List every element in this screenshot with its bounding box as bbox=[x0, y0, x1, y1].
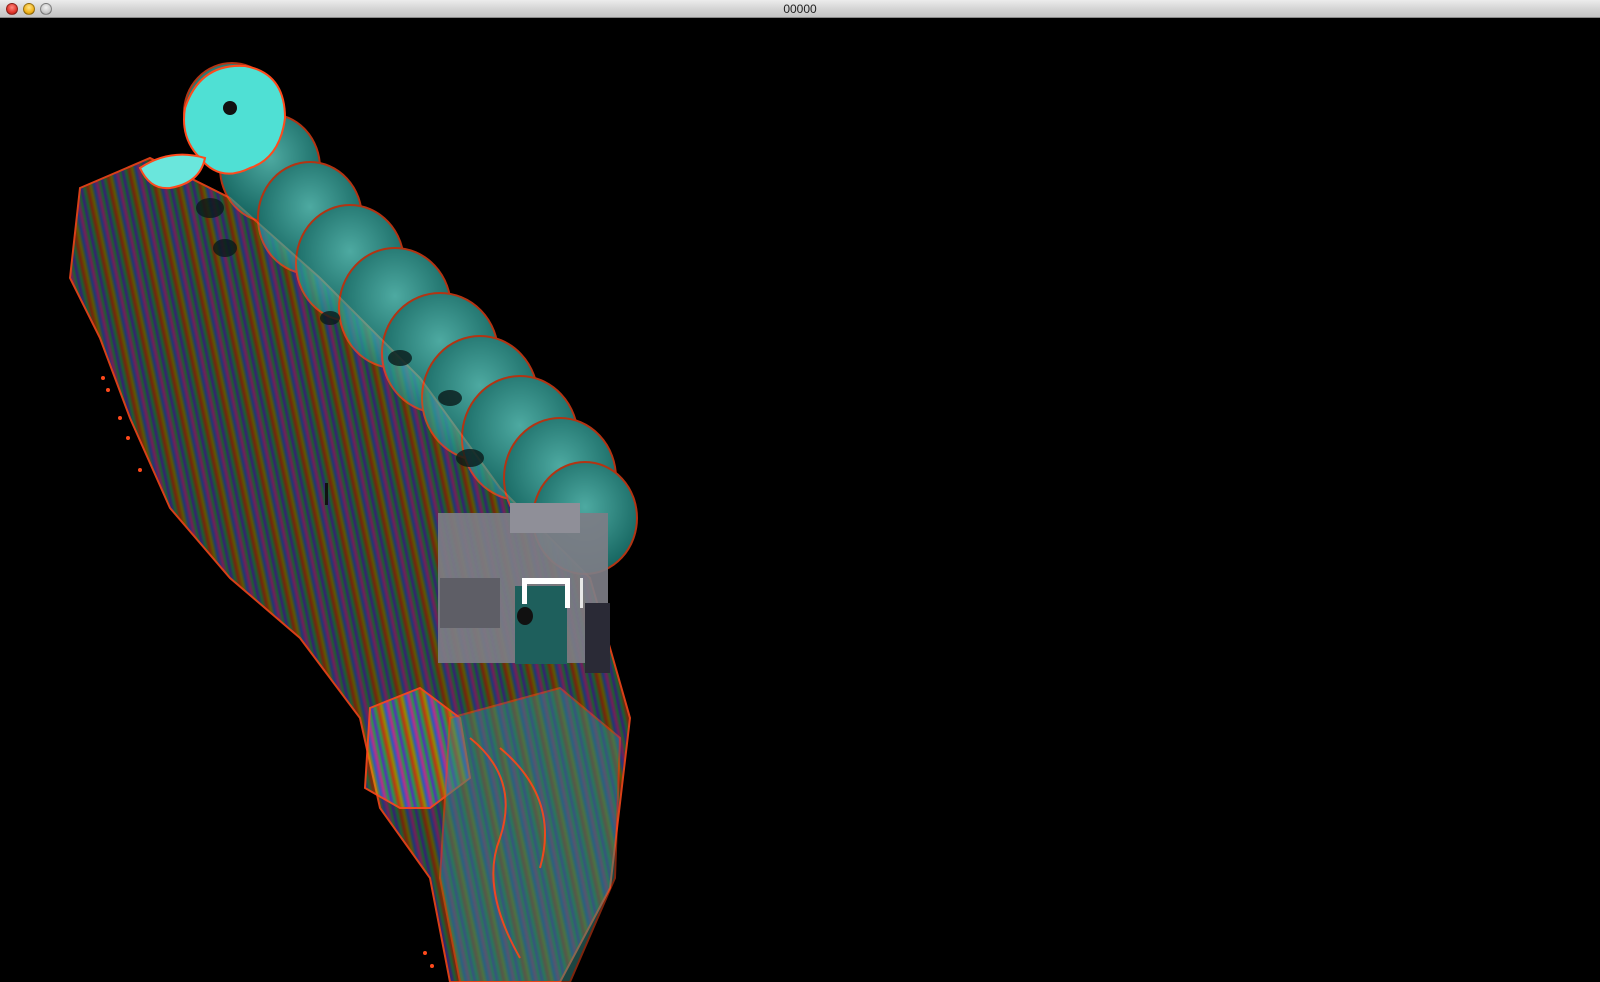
app-window: 00000 bbox=[0, 0, 1600, 982]
dark-mark bbox=[325, 483, 328, 505]
title-bar[interactable]: 00000 bbox=[0, 0, 1600, 18]
gray-block-artifact bbox=[438, 503, 610, 673]
glitch-figure-render bbox=[68, 62, 638, 982]
render-canvas[interactable] bbox=[0, 18, 1600, 982]
window-title: 00000 bbox=[783, 2, 817, 16]
